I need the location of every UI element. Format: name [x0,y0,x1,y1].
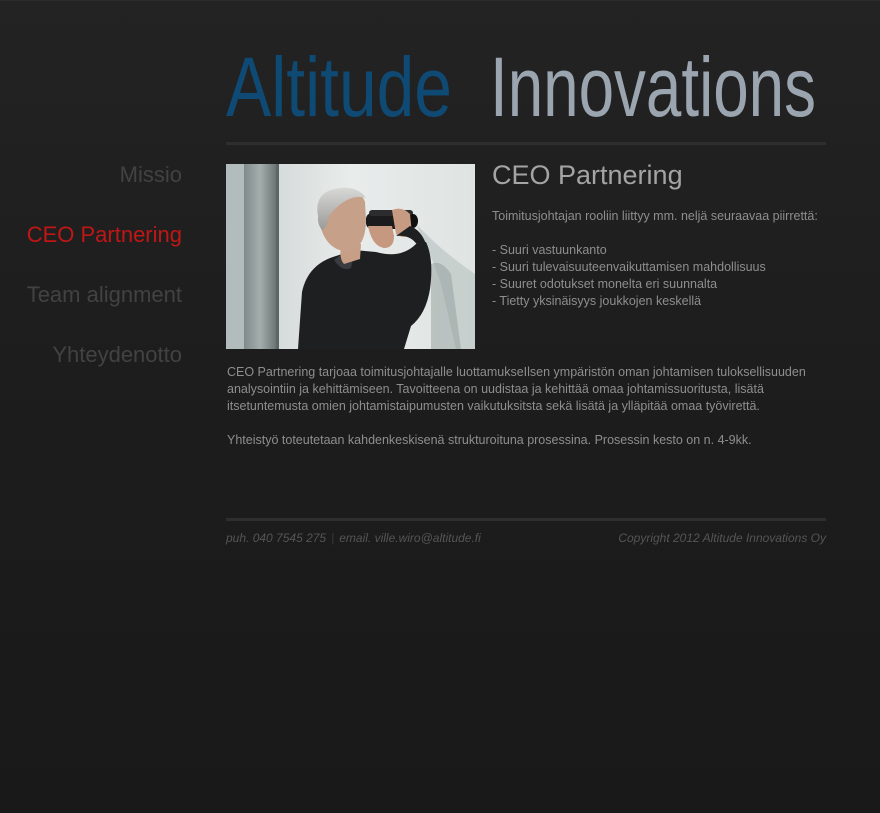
footer-contact: puh. 040 7545 275 | email. ville.wiro@alti… [226,531,481,545]
page-title: CEO Partnering [492,160,683,190]
header-divider [226,142,826,145]
body-section: CEO Partnering tarjoaa toimitusjohtajall… [227,364,824,466]
footer-email-link[interactable]: email. ville.wiro@altitude.fi [339,531,481,545]
intro-section: Toimitusjohtajan rooliin liittyy mm. nel… [492,208,822,310]
body-paragraph: Yhteistyö toteutetaan kahdenkeskisenä st… [227,433,752,447]
list-item: - Suuri vastuunkanto [492,243,607,257]
man-with-binoculars-photo [226,164,475,349]
site-logo[interactable]: Altitude Innovations [226,30,826,125]
footer-phone: puh. 040 7545 275 [226,531,327,545]
trait-list: - Suuri vastuunkanto - Suuri tulevaisuut… [492,242,822,310]
intro-text: Toimitusjohtajan rooliin liittyy mm. nel… [492,209,818,223]
nav-item-missio[interactable]: Missio [0,155,182,215]
body-paragraph: CEO Partnering tarjoaa toimitusjohtajall… [227,365,806,413]
list-item: - Suuri tulevaisuuteenvaikuttamisen mahd… [492,260,766,274]
logo-word-altitude: Altitude [226,40,452,125]
top-border [0,0,880,1]
main-nav: Missio CEO Partnering Team alignment Yht… [0,155,182,395]
footer-divider [226,518,826,521]
nav-item-ceo-partnering[interactable]: CEO Partnering [0,215,182,275]
list-item: - Suuret odotukset monelta eri suunnalta [492,277,718,291]
nav-item-team-alignment[interactable]: Team alignment [0,275,182,335]
footer-separator: | [331,531,335,545]
footer-copyright: Copyright 2012 Altitude Innovations Oy [618,531,826,545]
nav-item-yhteydenotto[interactable]: Yhteydenotto [0,335,182,395]
list-item: - Tietty yksinäisyys joukkojen keskellä [492,294,702,308]
logo-word-innovations: Innovations [490,40,816,125]
